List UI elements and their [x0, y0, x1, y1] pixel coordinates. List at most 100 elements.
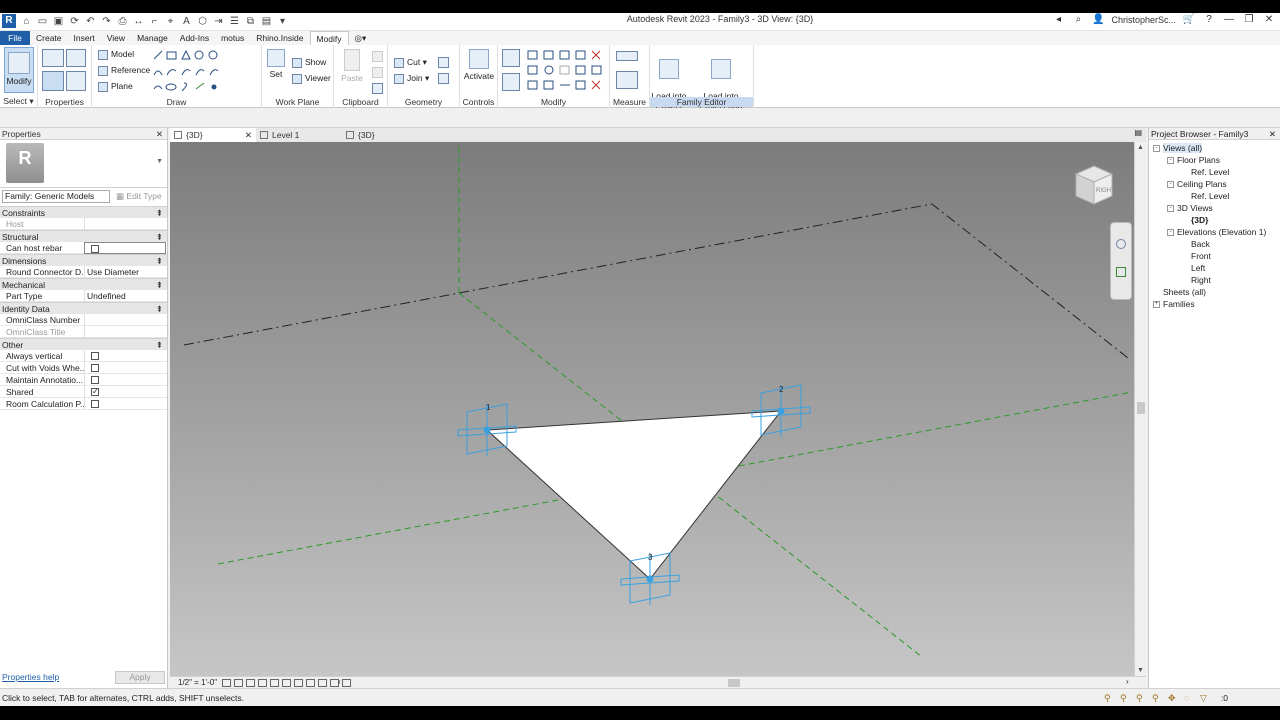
aligned-dimension-icon[interactable] — [616, 71, 638, 89]
property-value[interactable] — [84, 350, 166, 362]
family-types-icon[interactable] — [42, 49, 64, 67]
browser-node[interactable]: -3D Views — [1149, 202, 1280, 214]
tab-motus[interactable]: motus — [215, 31, 250, 45]
expand-toggle-icon[interactable]: - — [1167, 205, 1174, 213]
type-selector[interactable]: R ▼ — [0, 140, 167, 188]
property-value[interactable] — [84, 218, 166, 230]
contextual-tab-toggle-icon[interactable]: ◎▾ — [349, 31, 373, 45]
scroll-left-icon[interactable]: ‹ — [338, 677, 341, 686]
vertical-scrollbar[interactable]: ▲ ▼ — [1134, 142, 1146, 676]
visual-style-icon[interactable] — [234, 679, 243, 687]
binoculars-icon[interactable]: ⌕ — [1071, 14, 1085, 25]
browser-node[interactable]: - Ceiling Plans — [1149, 178, 1280, 190]
property-value[interactable]: Undefined — [84, 290, 166, 302]
property-value[interactable] — [84, 242, 166, 254]
vertical-scroll-thumb[interactable] — [1137, 402, 1145, 414]
property-checkbox[interactable] — [91, 400, 99, 408]
tab-rhino-inside[interactable]: Rhino.Inside — [250, 31, 309, 45]
property-value[interactable] — [84, 326, 166, 338]
property-value[interactable] — [84, 314, 166, 326]
activate-button[interactable]: Activate — [462, 49, 496, 81]
tab-modify[interactable]: Modify — [309, 31, 349, 45]
rendering-icon[interactable] — [270, 679, 279, 687]
crop-view-icon[interactable] — [282, 679, 291, 687]
home-icon[interactable]: ⌂ — [20, 15, 33, 28]
tab-3d-view-2[interactable]: {3D} — [342, 128, 428, 142]
browser-node[interactable]: - Views (all) — [1149, 142, 1280, 154]
browser-node[interactable]: - Elevations (Elevation 1) — [1149, 226, 1280, 238]
scroll-up-icon[interactable]: ▲ — [1137, 144, 1144, 151]
browser-node[interactable]: Back — [1149, 238, 1280, 250]
expand-toggle-icon[interactable]: - — [1167, 181, 1174, 189]
open-icon[interactable]: ▭ — [36, 15, 49, 28]
3d-view-icon[interactable]: ⬡ — [196, 15, 209, 28]
property-checkbox[interactable] — [91, 376, 99, 384]
property-value[interactable] — [84, 386, 166, 398]
expand-toggle-icon[interactable]: - — [1167, 157, 1174, 165]
wall-joins-icon[interactable] — [438, 57, 449, 68]
thin-lines-icon[interactable]: ☰ — [228, 15, 241, 28]
show-crop-icon[interactable] — [294, 679, 303, 687]
customize-qat-icon[interactable]: ▾ — [276, 15, 289, 28]
minimize-icon[interactable]: — — [1222, 14, 1236, 25]
shadows-icon[interactable] — [258, 679, 267, 687]
reference-line-button[interactable]: Reference — [98, 65, 150, 76]
property-group[interactable]: Identity Data ⇞ — [0, 302, 167, 314]
tab-3d-view[interactable]: {3D} ✕ — [170, 128, 256, 142]
cut-clipboard-icon[interactable] — [372, 51, 383, 62]
close-tab-icon[interactable]: ✕ — [245, 128, 252, 142]
browser-node[interactable]: Ref. Level — [1149, 190, 1280, 202]
property-group[interactable]: Mechanical ⇞ — [0, 278, 167, 290]
scroll-down-icon[interactable]: ▼ — [1137, 667, 1144, 674]
detail-level-icon[interactable] — [222, 679, 231, 687]
user-icon[interactable]: 👤 — [1091, 14, 1105, 25]
browser-node[interactable]: Sheets (all) — [1149, 286, 1280, 298]
expand-toggle-icon[interactable]: - — [1167, 229, 1174, 237]
expand-toggle-icon[interactable]: - — [1153, 145, 1160, 153]
set-work-plane-button[interactable]: Set — [264, 49, 288, 79]
match-properties-icon[interactable] — [372, 83, 383, 94]
revit-logo-icon[interactable]: R — [2, 14, 16, 28]
family-category-icon[interactable] — [66, 49, 86, 67]
browser-node[interactable]: Ref. Level — [1149, 166, 1280, 178]
tab-insert[interactable]: Insert — [68, 31, 101, 45]
filter-icon[interactable]: ▽ — [1200, 693, 1210, 703]
property-group[interactable]: Constraints ⇞ — [0, 206, 167, 218]
help-icon[interactable]: ? — [1202, 14, 1216, 25]
tab-view[interactable]: View — [101, 31, 131, 45]
property-checkbox[interactable] — [91, 352, 99, 360]
apply-button[interactable]: Apply — [115, 671, 165, 684]
reference-plane-button[interactable]: Plane — [98, 81, 133, 92]
measure-distance-icon[interactable] — [616, 51, 638, 61]
tab-file[interactable]: File — [0, 31, 30, 45]
modify-button[interactable]: Modify — [4, 47, 34, 93]
drawing-area[interactable]: 1 2 3 — [170, 142, 1134, 676]
move-icon[interactable] — [502, 73, 520, 91]
triangle-surface[interactable] — [485, 410, 783, 580]
navigation-bar[interactable] — [1110, 222, 1132, 300]
browser-node[interactable]: Right — [1149, 274, 1280, 286]
section-icon[interactable]: ⇥ — [212, 15, 225, 28]
close-windows-icon[interactable]: ⧉ — [244, 15, 257, 28]
properties-icon[interactable] — [42, 71, 64, 91]
switch-windows-icon[interactable]: ▤ — [260, 15, 273, 28]
select-dropdown[interactable]: Select ▾ — [0, 96, 37, 107]
save-icon[interactable]: ▣ — [52, 15, 65, 28]
print-icon[interactable]: ⎙ — [116, 15, 129, 28]
property-group[interactable]: Other ⇞ — [0, 338, 167, 350]
browser-node[interactable]: - Floor Plans — [1149, 154, 1280, 166]
chevron-left-icon[interactable]: ◂ — [1051, 14, 1065, 25]
tag-icon[interactable]: ⌖ — [164, 15, 177, 28]
property-value[interactable]: Use Diameter — [84, 266, 166, 278]
text-icon[interactable]: A — [180, 15, 193, 28]
close-icon[interactable]: ✕ — [1262, 14, 1276, 25]
zoom-icon[interactable] — [1116, 267, 1126, 277]
show-work-plane-button[interactable]: Show — [292, 57, 326, 68]
split-face-icon[interactable] — [438, 73, 449, 84]
browser-node[interactable]: Front — [1149, 250, 1280, 262]
model-line-button[interactable]: Model — [98, 49, 134, 60]
browser-node[interactable]: {3D} — [1149, 214, 1280, 226]
tab-menu-icon[interactable]: ▤ — [1134, 128, 1142, 137]
browser-node[interactable]: + Families — [1149, 298, 1280, 310]
measure-icon[interactable]: ↔ — [132, 15, 145, 28]
